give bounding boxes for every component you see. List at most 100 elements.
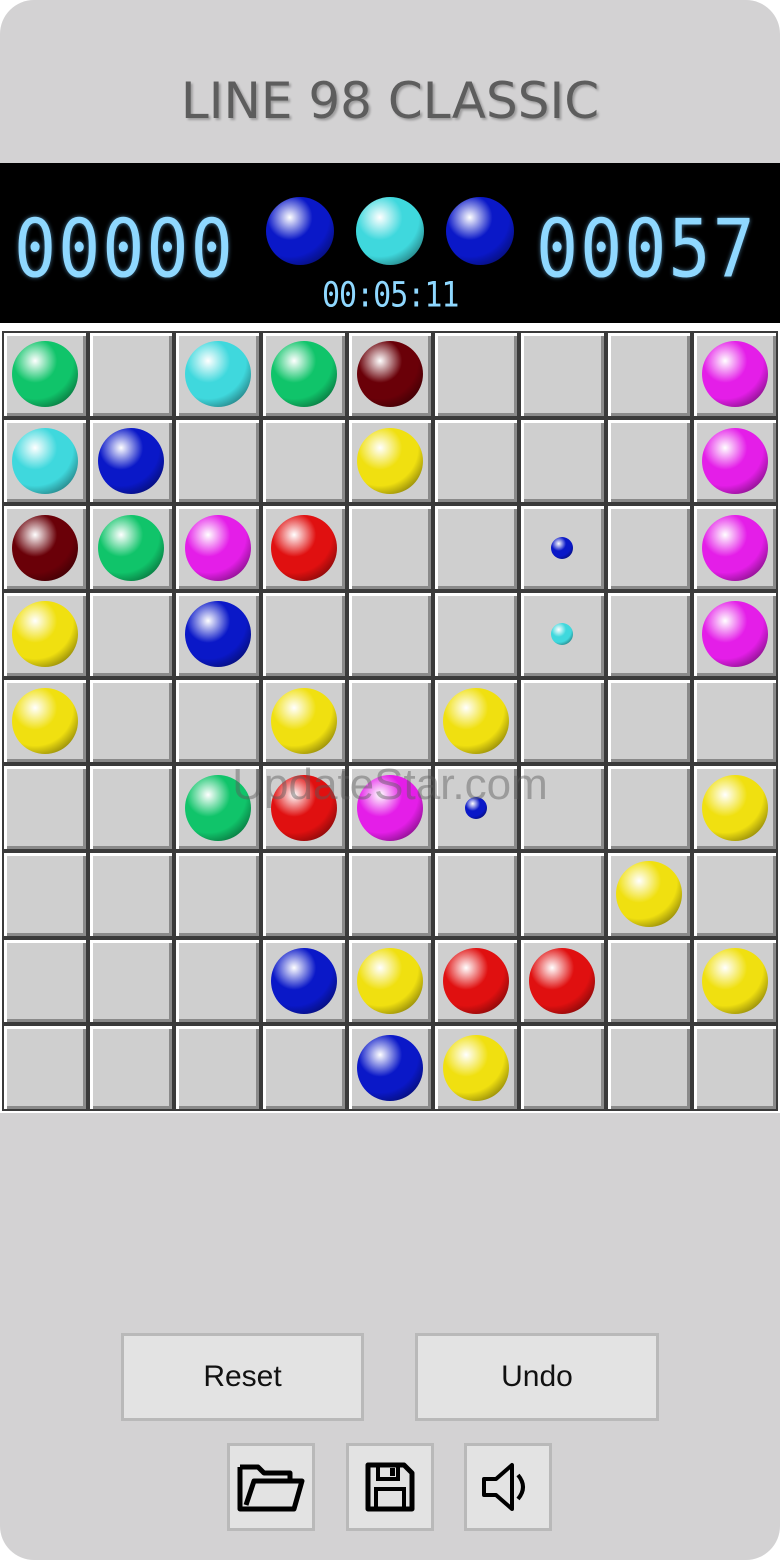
- board-cell[interactable]: [605, 417, 692, 505]
- magenta-ball[interactable]: [701, 514, 768, 581]
- board-cell[interactable]: [519, 937, 606, 1025]
- red-ball[interactable]: [270, 514, 337, 581]
- green-ball[interactable]: [184, 774, 251, 841]
- darkred-ball[interactable]: [356, 341, 423, 408]
- board-cell[interactable]: [346, 764, 434, 851]
- magenta-ball[interactable]: [184, 514, 251, 581]
- board-cell[interactable]: [605, 590, 692, 678]
- board-cell[interactable]: [691, 764, 778, 851]
- board-cell[interactable]: [691, 590, 778, 678]
- cyan-ball[interactable]: [184, 341, 251, 408]
- board-cell[interactable]: [433, 504, 520, 591]
- small-blue-ball[interactable]: [465, 796, 488, 819]
- board-cell[interactable]: [346, 417, 434, 505]
- board-cell[interactable]: [88, 331, 175, 418]
- board-cell[interactable]: [691, 677, 778, 765]
- yellow-ball[interactable]: [12, 601, 79, 668]
- board-cell[interactable]: [346, 1024, 434, 1111]
- board-cell[interactable]: [346, 504, 434, 591]
- blue-ball[interactable]: [184, 601, 251, 668]
- board-cell[interactable]: [2, 937, 89, 1025]
- board-cell[interactable]: [519, 590, 606, 678]
- blue-ball[interactable]: [356, 1034, 423, 1101]
- board-cell[interactable]: [2, 764, 89, 851]
- board-cell[interactable]: [519, 764, 606, 851]
- board-cell[interactable]: [260, 504, 347, 591]
- board-cell[interactable]: [260, 1024, 347, 1111]
- red-ball[interactable]: [443, 947, 510, 1014]
- board-cell[interactable]: [260, 417, 347, 505]
- cyan-ball[interactable]: [12, 427, 79, 494]
- board-cell[interactable]: [691, 504, 778, 591]
- board-cell[interactable]: [433, 677, 520, 765]
- yellow-ball[interactable]: [443, 1034, 510, 1101]
- board-cell[interactable]: [2, 1024, 89, 1111]
- board-cell[interactable]: [433, 764, 520, 851]
- green-ball[interactable]: [12, 341, 79, 408]
- board-cell[interactable]: [2, 504, 89, 591]
- yellow-ball[interactable]: [356, 947, 423, 1014]
- board-cell[interactable]: [691, 331, 778, 418]
- board-cell[interactable]: [2, 331, 89, 418]
- board-cell[interactable]: [433, 937, 520, 1025]
- board-cell[interactable]: [174, 1024, 261, 1111]
- board-cell[interactable]: [174, 504, 261, 591]
- yellow-ball[interactable]: [443, 687, 510, 754]
- board-cell[interactable]: [519, 331, 606, 418]
- board-cell[interactable]: [260, 937, 347, 1025]
- board-cell[interactable]: [433, 331, 520, 418]
- board-cell[interactable]: [691, 417, 778, 505]
- undo-button[interactable]: Undo: [415, 1333, 659, 1421]
- magenta-ball[interactable]: [701, 427, 768, 494]
- board-cell[interactable]: [260, 764, 347, 851]
- open-button[interactable]: [227, 1443, 315, 1531]
- board-cell[interactable]: [605, 331, 692, 418]
- board-cell[interactable]: [174, 417, 261, 505]
- yellow-ball[interactable]: [12, 687, 79, 754]
- board-cell[interactable]: [88, 764, 175, 851]
- small-cyan-ball[interactable]: [551, 623, 574, 646]
- board-cell[interactable]: [519, 417, 606, 505]
- board-cell[interactable]: [260, 590, 347, 678]
- red-ball[interactable]: [529, 947, 596, 1014]
- board-cell[interactable]: [88, 417, 175, 505]
- sound-button[interactable]: [464, 1443, 552, 1531]
- board-cell[interactable]: [346, 677, 434, 765]
- board-cell[interactable]: [691, 850, 778, 938]
- board-cell[interactable]: [260, 331, 347, 418]
- board-cell[interactable]: [519, 677, 606, 765]
- board-cell[interactable]: [174, 764, 261, 851]
- save-button[interactable]: [346, 1443, 434, 1531]
- board-cell[interactable]: [691, 1024, 778, 1111]
- board-cell[interactable]: [260, 850, 347, 938]
- board-cell[interactable]: [433, 417, 520, 505]
- board-cell[interactable]: [346, 850, 434, 938]
- board-cell[interactable]: [174, 850, 261, 938]
- board-cell[interactable]: [88, 590, 175, 678]
- magenta-ball[interactable]: [356, 774, 423, 841]
- board-cell[interactable]: [519, 1024, 606, 1111]
- board-cell[interactable]: [88, 504, 175, 591]
- board-cell[interactable]: [88, 1024, 175, 1111]
- board-cell[interactable]: [88, 677, 175, 765]
- board-cell[interactable]: [605, 937, 692, 1025]
- board-cell[interactable]: [2, 590, 89, 678]
- board-cell[interactable]: [433, 1024, 520, 1111]
- green-ball[interactable]: [98, 514, 165, 581]
- board-cell[interactable]: [174, 331, 261, 418]
- green-ball[interactable]: [270, 341, 337, 408]
- yellow-ball[interactable]: [615, 861, 682, 928]
- board-cell[interactable]: [433, 850, 520, 938]
- board-cell[interactable]: [346, 331, 434, 418]
- board-cell[interactable]: [519, 504, 606, 591]
- magenta-ball[interactable]: [701, 341, 768, 408]
- blue-ball[interactable]: [270, 947, 337, 1014]
- board-cell[interactable]: [346, 937, 434, 1025]
- board-cell[interactable]: [605, 677, 692, 765]
- darkred-ball[interactable]: [12, 514, 79, 581]
- yellow-ball[interactable]: [270, 687, 337, 754]
- board-cell[interactable]: [605, 764, 692, 851]
- blue-ball[interactable]: [98, 427, 165, 494]
- board-cell[interactable]: [605, 504, 692, 591]
- yellow-ball[interactable]: [701, 774, 768, 841]
